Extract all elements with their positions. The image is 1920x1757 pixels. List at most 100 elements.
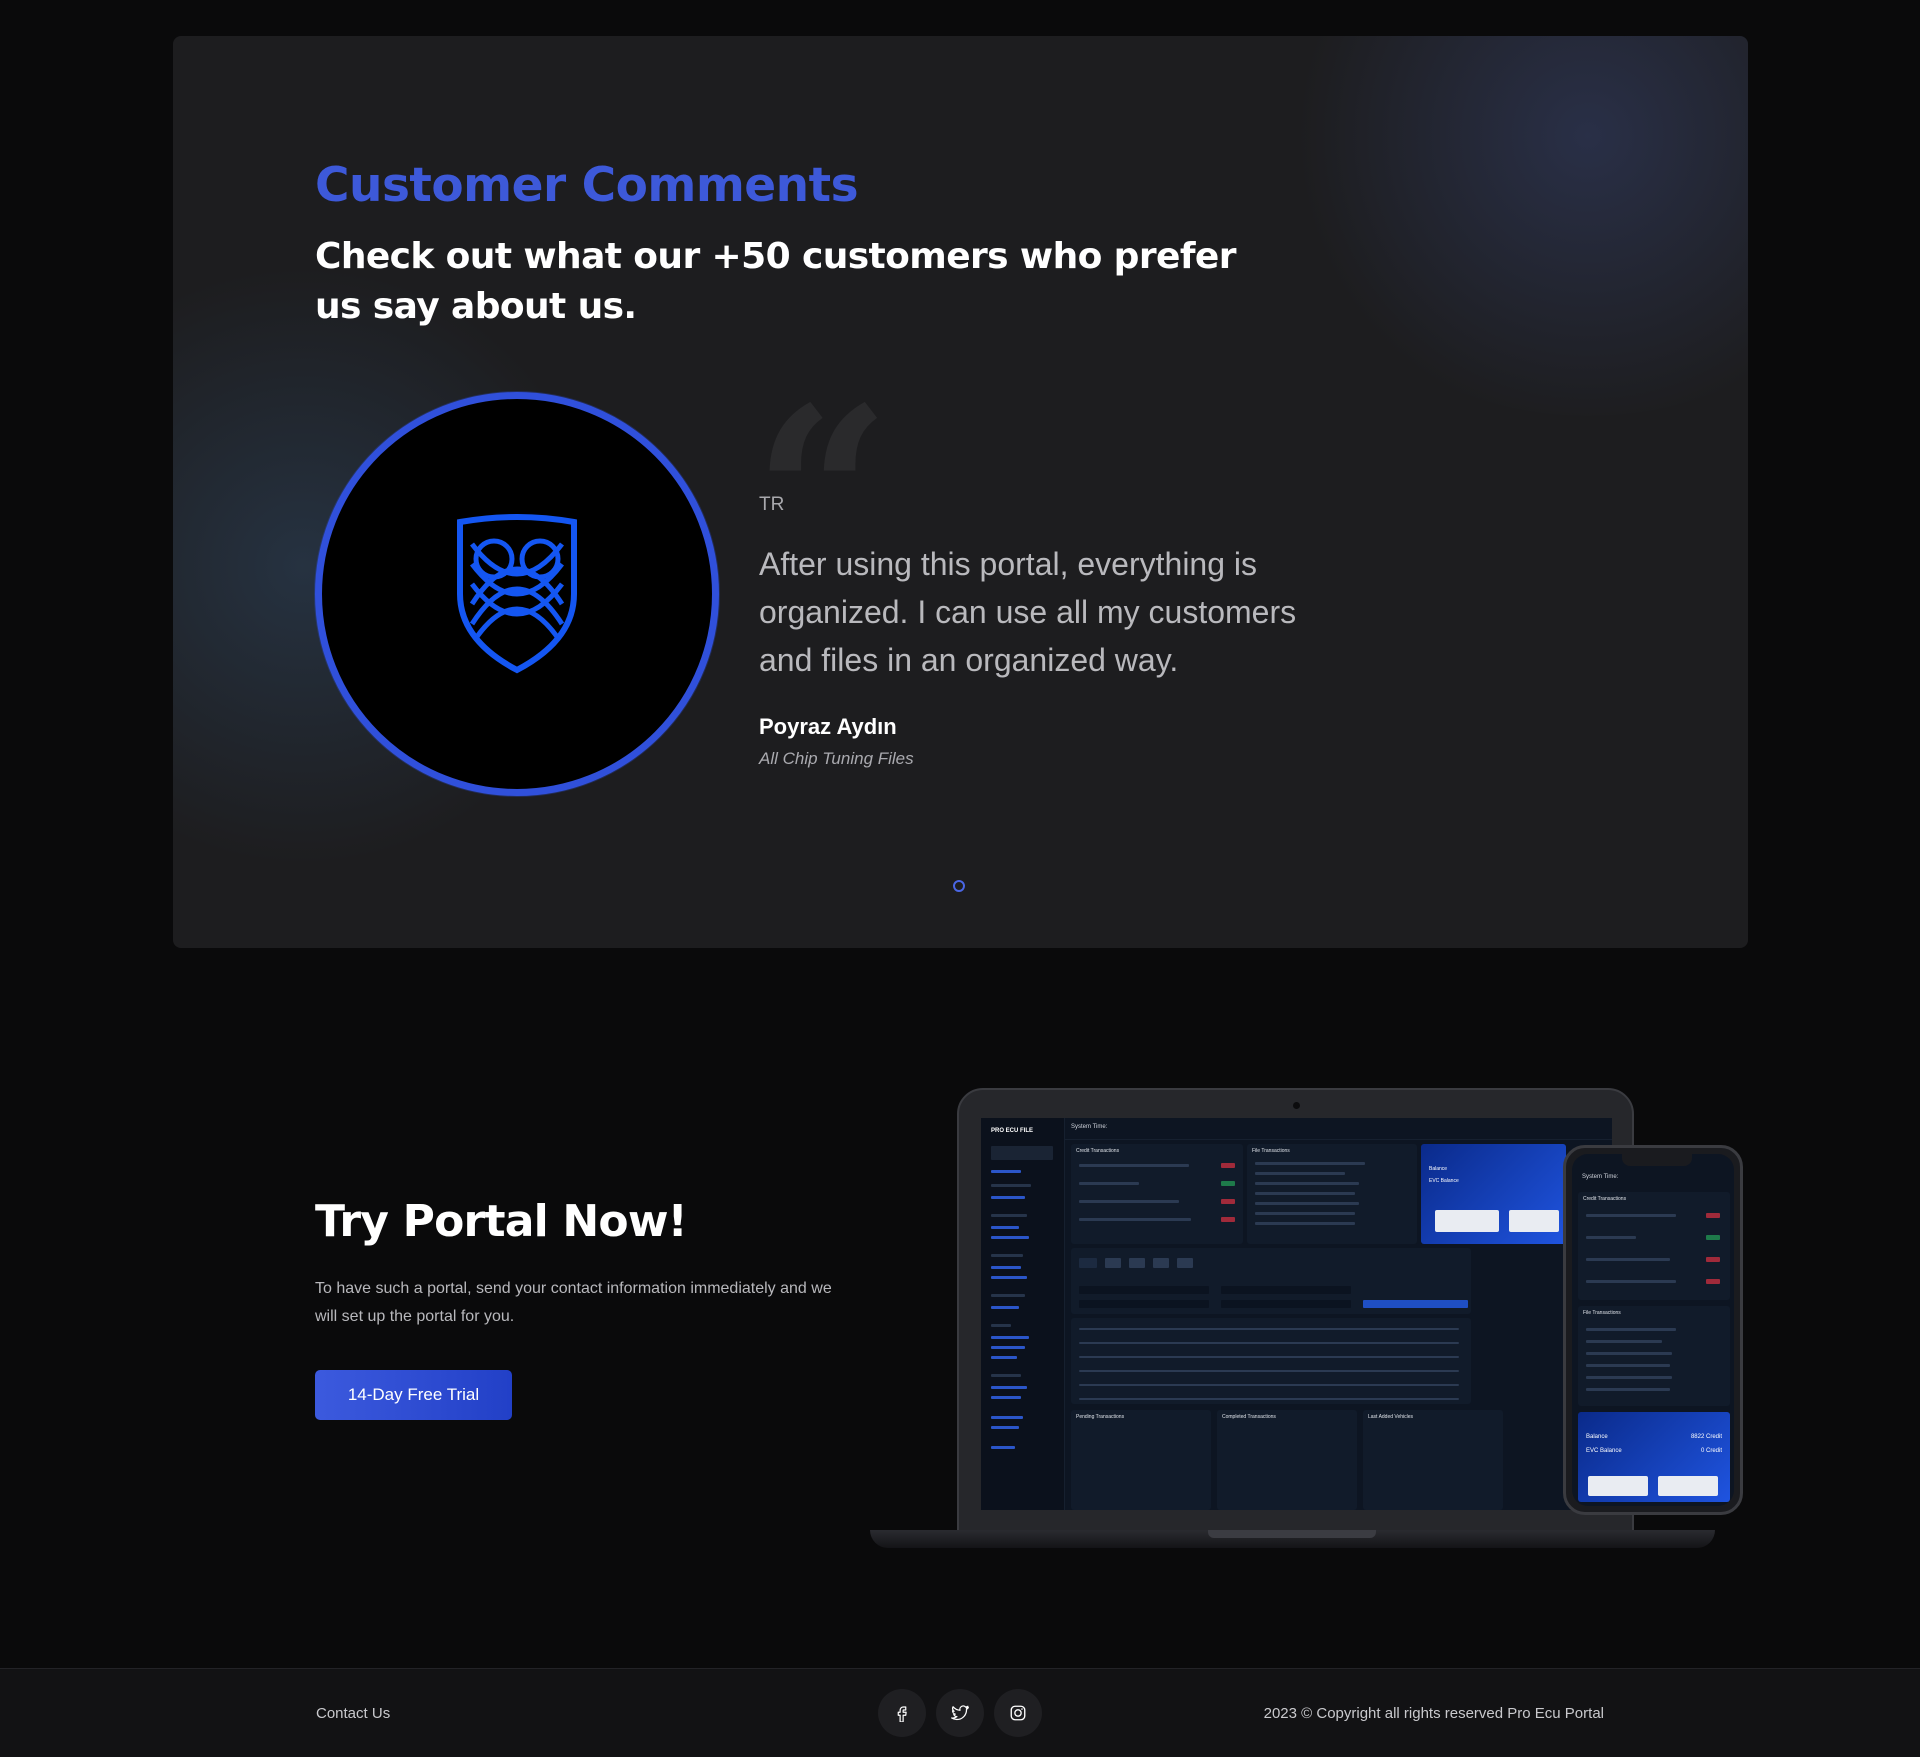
carousel-dot[interactable] xyxy=(953,880,965,892)
panel-title: File Transactions xyxy=(1583,1310,1621,1316)
status-chip xyxy=(1221,1163,1235,1168)
copyright-text: 2023 © Copyright all rights reserved Pro… xyxy=(1263,1705,1604,1722)
spent-box xyxy=(1658,1476,1718,1496)
evc-balance-label: EVC Balance xyxy=(1586,1448,1622,1454)
testimonial-text: After using this portal, everything is o… xyxy=(759,546,1297,678)
shield-knot-logo-icon xyxy=(457,514,577,674)
row xyxy=(1255,1192,1355,1195)
twitter-icon xyxy=(951,1705,969,1721)
balance-card: Balance EVC Balance xyxy=(1421,1144,1566,1244)
status-chip xyxy=(1706,1235,1720,1240)
contact-us-link[interactable]: Contact Us xyxy=(316,1705,390,1722)
panel-title: Credit Transactions xyxy=(1076,1148,1120,1154)
system-time-label: System Time: xyxy=(1582,1174,1619,1180)
sidebar-item xyxy=(991,1346,1025,1349)
row xyxy=(1079,1370,1459,1372)
sidebar-item xyxy=(991,1276,1027,1279)
row xyxy=(1586,1328,1676,1331)
select-field xyxy=(1079,1286,1209,1294)
panel-title: Pending Transactions xyxy=(1076,1414,1125,1420)
row xyxy=(1586,1388,1670,1391)
file-transactions-panel: File Transactions xyxy=(1578,1306,1730,1406)
sidebar-user xyxy=(991,1146,1053,1160)
row xyxy=(1586,1364,1670,1367)
row xyxy=(1079,1218,1191,1221)
status-chip xyxy=(1221,1181,1235,1186)
sidebar-item xyxy=(991,1416,1023,1419)
row xyxy=(1079,1384,1459,1386)
purchase-box xyxy=(1588,1476,1648,1496)
vehicle-tab xyxy=(1177,1258,1193,1268)
row xyxy=(1079,1328,1459,1330)
row xyxy=(1586,1280,1676,1283)
row xyxy=(1255,1222,1355,1225)
row xyxy=(1586,1352,1672,1355)
testimonial-author: Poyraz Aydın xyxy=(759,714,897,739)
twitter-button[interactable] xyxy=(936,1689,984,1737)
dashboard-sidebar: PRO ECU FILE xyxy=(981,1118,1065,1510)
facebook-button[interactable] xyxy=(878,1689,926,1737)
row xyxy=(1255,1212,1355,1215)
balance-card: Balance 8822 Credit EVC Balance 0 Credit xyxy=(1578,1412,1730,1502)
laptop-base xyxy=(870,1530,1715,1548)
orders-table-panel xyxy=(1071,1318,1471,1404)
row xyxy=(1079,1164,1189,1167)
sidebar-item xyxy=(991,1374,1021,1377)
vehicle-selector-panel xyxy=(1071,1248,1471,1314)
panel-title: Credit Transactions xyxy=(1583,1196,1627,1202)
section-heading: Check out what our +50 customers who pre… xyxy=(315,236,1236,327)
panel-title: Last Added Vehicles xyxy=(1368,1414,1414,1420)
balance-label: Balance xyxy=(1429,1166,1448,1172)
balance-value: 8822 Credit xyxy=(1690,1434,1722,1440)
instagram-button[interactable] xyxy=(994,1689,1042,1737)
spent-box xyxy=(1509,1210,1559,1232)
evc-balance-label: EVC Balance xyxy=(1429,1178,1459,1184)
system-time-label: System Time: xyxy=(1071,1124,1108,1130)
status-chip xyxy=(1706,1279,1720,1284)
camera-dot xyxy=(1293,1102,1300,1109)
status-chip xyxy=(1221,1199,1235,1204)
row xyxy=(1079,1342,1459,1344)
sidebar-item xyxy=(991,1226,1019,1229)
credit-transactions-panel: Credit Transactions xyxy=(1578,1192,1730,1300)
credit-transactions-panel: Credit Transactions xyxy=(1071,1144,1243,1244)
vehicle-tab xyxy=(1105,1258,1121,1268)
row xyxy=(1255,1162,1365,1165)
phone-mockup: System Time: Credit Transactions File Tr… xyxy=(1563,1145,1743,1515)
search-button-mock xyxy=(1363,1300,1468,1308)
sidebar-item xyxy=(991,1336,1029,1339)
select-field xyxy=(1221,1286,1351,1294)
row xyxy=(1255,1202,1359,1205)
dashboard-brand: PRO ECU FILE xyxy=(991,1128,1034,1134)
last-added-vehicles-panel: Last Added Vehicles xyxy=(1363,1410,1503,1510)
status-chip xyxy=(1706,1213,1720,1218)
row xyxy=(1586,1214,1676,1217)
row xyxy=(1079,1398,1459,1400)
sidebar-item xyxy=(991,1396,1021,1399)
file-transactions-panel: File Transactions xyxy=(1247,1144,1417,1244)
select-field xyxy=(1221,1300,1351,1308)
panel-title: Completed Transactions xyxy=(1222,1414,1276,1420)
language-tag: TR xyxy=(759,494,785,515)
sidebar-item xyxy=(991,1266,1021,1269)
dashboard-topbar: System Time: xyxy=(1065,1118,1612,1140)
row xyxy=(1079,1200,1179,1203)
sidebar-item xyxy=(991,1306,1019,1309)
sidebar-item xyxy=(991,1324,1011,1327)
evc-balance-value: 0 Credit xyxy=(1700,1448,1722,1454)
completed-transactions-panel: Completed Transactions xyxy=(1217,1410,1357,1510)
panel-title: File Transactions xyxy=(1252,1148,1290,1154)
row xyxy=(1079,1356,1459,1358)
sidebar-item xyxy=(991,1214,1027,1217)
instagram-icon xyxy=(1010,1705,1026,1721)
laptop-mockup: PRO ECU FILE System Time: Credit Transac… xyxy=(957,1088,1634,1534)
vehicle-tab xyxy=(1129,1258,1145,1268)
sidebar-item xyxy=(991,1184,1031,1187)
customer-comments-section: Customer Comments Check out what our +50… xyxy=(173,36,1748,948)
sidebar-item xyxy=(991,1196,1025,1199)
select-field xyxy=(1079,1300,1209,1308)
free-trial-button[interactable]: 14-Day Free Trial xyxy=(315,1370,512,1420)
facebook-icon xyxy=(897,1706,907,1722)
sidebar-item xyxy=(991,1294,1025,1297)
sidebar-item xyxy=(991,1386,1027,1389)
